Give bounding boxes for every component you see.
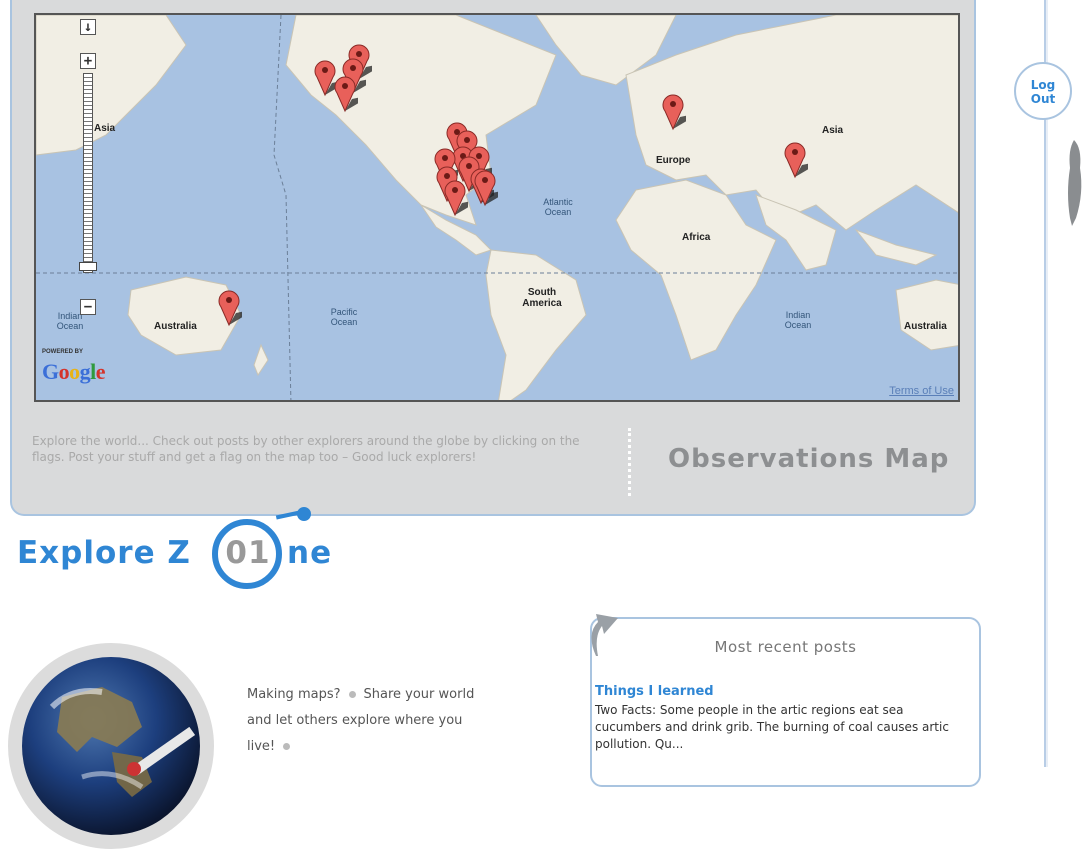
region-label-australia-right: Australia <box>904 321 947 332</box>
pan-down-button[interactable]: ↓ <box>80 19 96 35</box>
google-logo: Google <box>42 359 106 384</box>
zoom-out-button[interactable]: − <box>80 299 96 315</box>
zoom-slider-track[interactable] <box>83 73 93 273</box>
map-description: Explore the world... Check out posts by … <box>32 434 580 464</box>
recent-posts-heading: Most recent posts <box>714 638 857 656</box>
region-label-europe: Europe <box>656 155 691 166</box>
ocean-label-pacific: Pacific Ocean <box>330 307 358 327</box>
map-flag-pin[interactable] <box>216 287 242 327</box>
post-excerpt: Two Facts: Some people in the artic regi… <box>595 703 949 751</box>
zoom-slider-handle[interactable] <box>79 262 97 271</box>
terms-of-use-link[interactable]: Terms of Use <box>889 385 954 397</box>
powered-by-label: POWERED BY <box>42 349 84 355</box>
globe-continents <box>49 687 196 797</box>
making-maps-question: Making maps? <box>247 687 341 702</box>
world-map-graphic <box>36 15 958 400</box>
region-label-south-america: South America <box>522 287 562 309</box>
bullet-separator <box>348 690 356 698</box>
globe-image[interactable] <box>22 657 200 835</box>
explore-zone-title: Explore Z <box>17 535 191 571</box>
region-label-asia-left: Asia <box>94 123 116 134</box>
region-label-australia-left: Australia <box>154 321 197 332</box>
zoom-in-button[interactable]: + <box>80 53 96 69</box>
ocean-label-indian: Indian Ocean <box>784 310 812 330</box>
map-flag-pin[interactable] <box>782 139 808 179</box>
map-flag-pin[interactable] <box>660 91 686 131</box>
world-map[interactable]: Asia Europe Asia Africa South America Au… <box>34 13 960 402</box>
explore-zone-title-suffix: ne <box>287 535 333 571</box>
logout-button[interactable]: Log Out <box>1014 62 1072 120</box>
panel-divider <box>628 428 631 496</box>
post-title-link[interactable]: Things I learned <box>595 684 714 699</box>
map-flag-pin[interactable] <box>442 177 468 217</box>
map-flag-pin[interactable] <box>332 73 358 113</box>
zone-badge-dot <box>297 507 311 521</box>
making-maps-text: Making maps? Share your world and let oth… <box>247 682 477 760</box>
region-label-asia: Asia <box>822 125 844 136</box>
observations-map-title: Observations Map <box>668 444 950 474</box>
logout-label-line1: Log <box>1030 78 1056 92</box>
logout-label-line2: Out <box>1030 92 1056 106</box>
region-label-africa: Africa <box>682 232 711 243</box>
zone-number: 01 <box>225 535 271 571</box>
walking-animal-icon <box>1068 140 1082 226</box>
ocean-label-atlantic: Atlantic Ocean <box>543 197 573 217</box>
bullet-separator <box>283 742 291 750</box>
map-flag-pin[interactable] <box>472 167 498 207</box>
